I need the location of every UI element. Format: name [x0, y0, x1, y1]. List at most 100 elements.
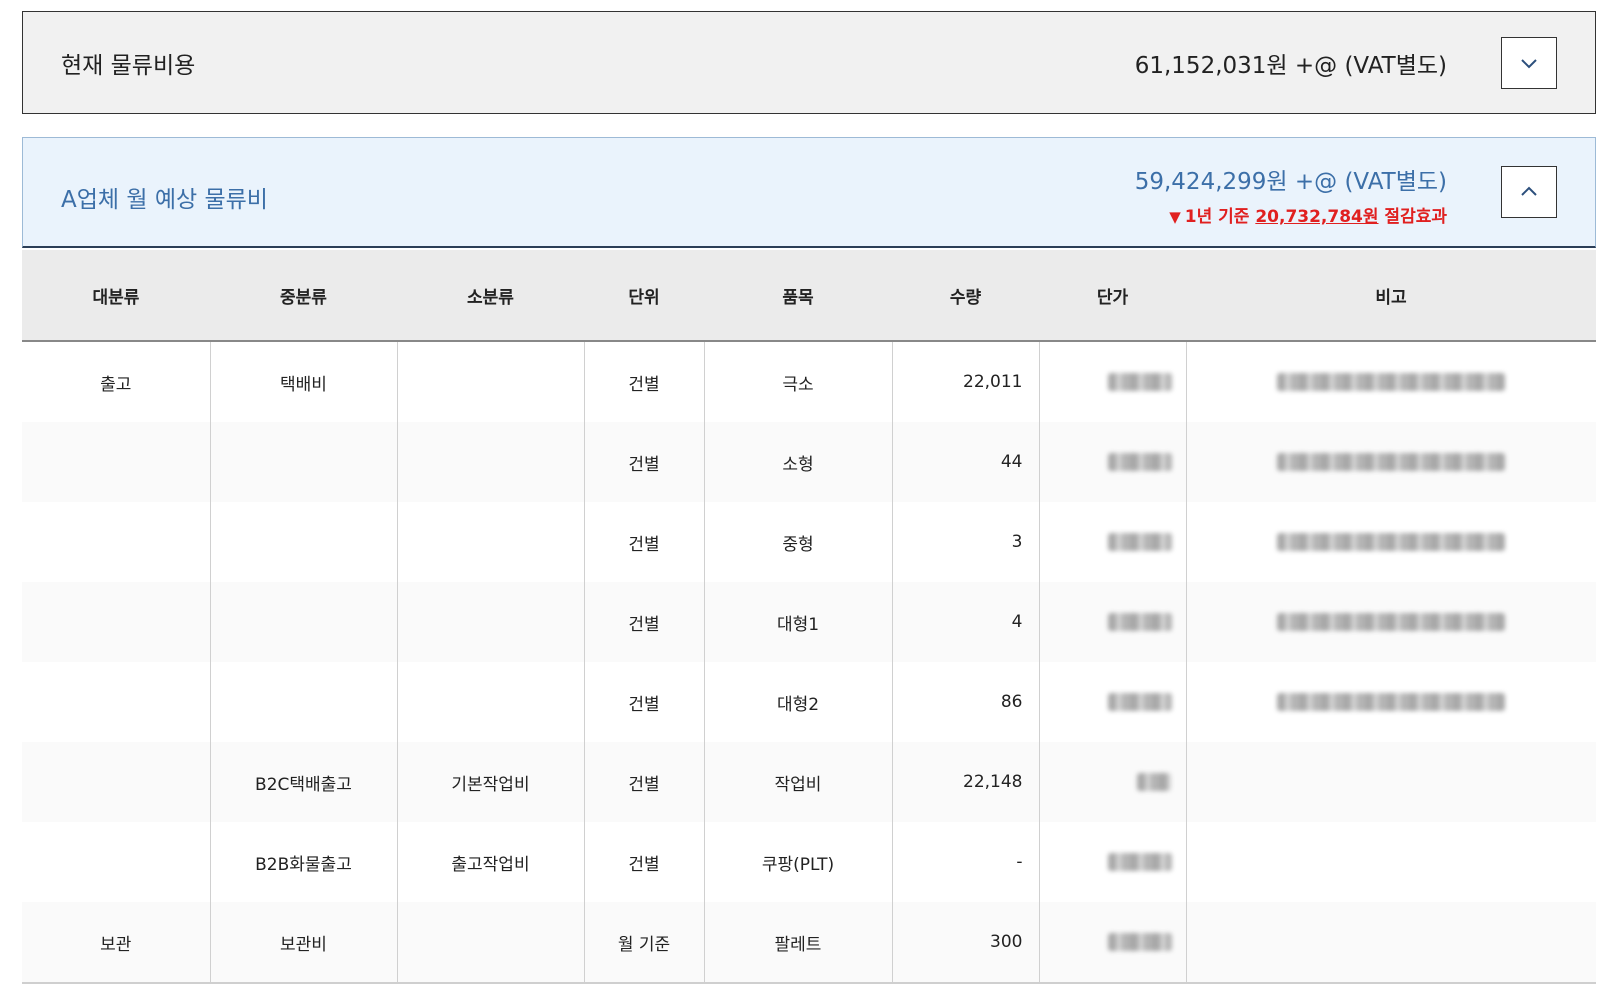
savings-suffix: 절감효과 — [1378, 207, 1447, 227]
header-item: 품목 — [704, 250, 892, 342]
redacted-note — [1277, 693, 1506, 711]
header-minor-category: 소분류 — [397, 250, 584, 342]
redacted-price — [1107, 533, 1172, 551]
cell-quantity: 4 — [891, 582, 1039, 662]
redacted-price — [1107, 453, 1172, 471]
cell-major: 출고 — [100, 374, 132, 395]
cell-major: 보관 — [22, 902, 210, 984]
table-row: 건별 중형 3 — [22, 502, 1596, 582]
cell-note — [1185, 502, 1596, 582]
cell-quantity: 44 — [891, 422, 1039, 502]
header-note: 비고 — [1186, 250, 1596, 342]
cell-minor — [396, 662, 584, 742]
redacted-note — [1277, 453, 1506, 471]
expected-cost-panel: A업체 월 예상 물류비 59,424,299원 +@ (VAT별도) ▼ 1년 … — [22, 137, 1596, 248]
table-row: B2C택배출고 기본작업비 건별 작업비 22,148 — [22, 742, 1596, 822]
cell-note — [1185, 582, 1596, 662]
cell-quantity: 300 — [891, 902, 1039, 984]
cell-item: 소형 — [703, 422, 892, 502]
cell-unit-price — [1038, 822, 1186, 902]
cell-middle — [209, 582, 397, 662]
redacted-note — [1277, 533, 1506, 551]
cell-middle: 보관비 — [209, 902, 397, 984]
cell-unit: 월 기준 — [583, 902, 704, 984]
redacted-price — [1107, 853, 1172, 871]
cell-note — [1185, 662, 1596, 742]
cell-item: 대형2 — [703, 662, 892, 742]
current-cost-amount: 61,152,031원 +@ (VAT별도) — [1134, 53, 1447, 79]
cell-major — [22, 822, 210, 902]
cell-minor: 기본작업비 — [396, 742, 584, 822]
cell-unit-price — [1038, 422, 1186, 502]
cell-note — [1185, 341, 1596, 422]
cell-major — [22, 582, 210, 662]
redacted-note — [1277, 613, 1506, 631]
cell-item: 작업비 — [703, 742, 892, 822]
cell-note — [1185, 822, 1596, 902]
current-cost-panel: 현재 물류비용 61,152,031원 +@ (VAT별도) — [22, 11, 1596, 114]
cell-middle — [209, 662, 397, 742]
cell-unit-price — [1038, 742, 1186, 822]
triangle-down-icon: ▼ — [1169, 208, 1181, 226]
current-cost-toggle-button[interactable] — [1501, 37, 1557, 89]
table-row: B2B화물출고 출고작업비 건별 쿠팡(PLT) - — [22, 822, 1596, 902]
redacted-price — [1136, 773, 1171, 791]
redacted-price — [1107, 693, 1172, 711]
savings-prefix: 1년 기준 — [1184, 207, 1256, 227]
cell-minor — [396, 902, 584, 984]
cell-middle: B2B화물출고 — [209, 822, 397, 902]
cell-quantity: - — [891, 822, 1039, 902]
expected-cost-title: A업체 월 예상 물류비 — [61, 187, 268, 213]
cell-quantity: 22,011 — [891, 341, 1039, 422]
cell-middle: 택배비 — [209, 341, 397, 422]
cell-major — [22, 662, 210, 742]
header-unit-price: 단가 — [1039, 250, 1186, 342]
cell-middle: B2C택배출고 — [209, 742, 397, 822]
header-unit: 단위 — [584, 250, 704, 342]
cell-major — [22, 742, 210, 822]
cell-unit-price — [1038, 662, 1186, 742]
cell-item: 쿠팡(PLT) — [703, 822, 892, 902]
cell-minor — [396, 582, 584, 662]
chevron-up-icon — [1521, 186, 1537, 196]
savings-amount: 20,732,784원 — [1255, 207, 1379, 227]
cell-quantity: 3 — [891, 502, 1039, 582]
expected-cost-toggle-button[interactable] — [1501, 166, 1557, 218]
table-header-row: 대분류 중분류 소분류 단위 품목 수량 단가 비고 — [22, 250, 1596, 342]
cell-minor — [396, 422, 584, 502]
savings-text: ▼ 1년 기준 20,732,784원 절감효과 — [1169, 202, 1447, 227]
cell-unit-price — [1038, 341, 1186, 422]
header-major-category: 대분류 — [22, 250, 210, 342]
cell-unit: 건별 — [583, 502, 704, 582]
cell-major — [22, 502, 210, 582]
header-middle-category: 중분류 — [210, 250, 397, 342]
cell-quantity: 22,148 — [891, 742, 1039, 822]
table-row: 출고 택배비 건별 극소 22,011 — [22, 341, 1596, 422]
cell-middle — [209, 422, 397, 502]
cell-unit: 건별 — [583, 341, 704, 422]
cell-unit: 건별 — [583, 422, 704, 502]
header-quantity: 수량 — [892, 250, 1039, 342]
redacted-price — [1107, 373, 1172, 391]
cell-note — [1185, 742, 1596, 822]
cell-major — [22, 422, 210, 502]
expected-cost-amount: 59,424,299원 +@ (VAT별도) — [1134, 169, 1447, 195]
cell-unit: 건별 — [583, 822, 704, 902]
cell-item: 중형 — [703, 502, 892, 582]
cell-item: 대형1 — [703, 582, 892, 662]
cell-unit: 건별 — [583, 662, 704, 742]
redacted-note — [1277, 373, 1506, 391]
cell-note — [1185, 422, 1596, 502]
cell-unit-price — [1038, 902, 1186, 984]
cell-item: 팔레트 — [703, 902, 892, 984]
cell-note — [1185, 902, 1596, 984]
cell-minor — [396, 341, 584, 422]
cell-unit-price — [1038, 502, 1186, 582]
chevron-down-icon — [1521, 59, 1537, 69]
table-row: 건별 소형 44 — [22, 422, 1596, 502]
cell-unit: 건별 — [583, 742, 704, 822]
cell-item: 극소 — [703, 341, 892, 422]
cell-middle — [209, 502, 397, 582]
redacted-price — [1107, 933, 1172, 951]
table-row: 건별 대형2 86 — [22, 662, 1596, 742]
